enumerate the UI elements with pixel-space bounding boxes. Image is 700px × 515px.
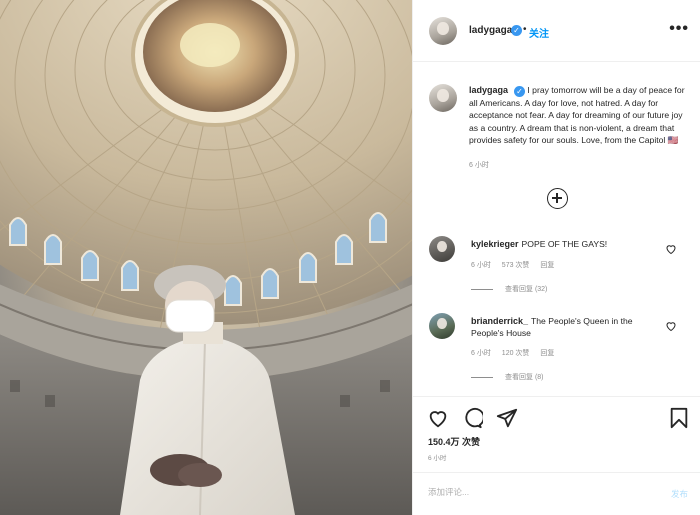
comment-input[interactable]: 添加评论... (428, 486, 469, 498)
comment-body: kylekrieger POPE OF THE GAYS! (471, 238, 656, 250)
comment-heart-icon[interactable] (665, 320, 677, 332)
comment-time: 6 小时 (471, 350, 491, 357)
comment-likes[interactable]: 120 次赞 (502, 350, 530, 357)
send-icon[interactable] (496, 407, 518, 429)
comment-item: brianderrick_ The People's Queen in the P… (429, 313, 691, 383)
caption-text: ladygaga ✓ I pray tomorrow will be a day … (469, 84, 691, 147)
commenter-avatar[interactable] (429, 313, 455, 339)
caption-author-avatar[interactable] (429, 84, 457, 112)
more-options-icon[interactable]: ••• (669, 20, 689, 38)
post-side-panel: ladygaga ✓ • 关注 ••• ladygaga ✓ I pray tom… (412, 0, 700, 515)
caption-author-username[interactable]: ladygaga (469, 85, 508, 95)
view-replies-button[interactable]: 查看回复 (8) (471, 372, 544, 382)
plus-circle-icon[interactable] (547, 188, 568, 209)
author-username[interactable]: ladygaga (469, 25, 512, 36)
comment-heart-icon[interactable] (665, 243, 677, 255)
caption-verified-badge-icon: ✓ (514, 86, 526, 97)
comment-likes[interactable]: 573 次赞 (502, 262, 530, 269)
commenter-avatar[interactable] (429, 236, 455, 262)
post-timestamp: 6 小时 (428, 455, 447, 462)
comment-body: brianderrick_ The People's Queen in the P… (471, 315, 656, 339)
comment-meta: 6 小时 573 次赞 回复 (471, 260, 563, 270)
comment-reply-button[interactable]: 回复 (540, 262, 554, 269)
follow-button[interactable]: 关注 (529, 25, 549, 40)
comment-icon[interactable] (461, 407, 483, 429)
comment-reply-button[interactable]: 回复 (540, 350, 554, 357)
action-bar (413, 396, 700, 436)
bookmark-icon[interactable] (669, 407, 689, 429)
like-count[interactable]: 150.4万 次赞 (428, 435, 480, 448)
comment-time: 6 小时 (471, 262, 491, 269)
verified-badge-icon: ✓ (511, 25, 522, 36)
post-header: ladygaga ✓ • 关注 ••• (413, 0, 700, 62)
capitol-rotunda-illustration (0, 0, 412, 515)
post-photo[interactable] (0, 0, 412, 515)
commenter-username[interactable]: kylekrieger (471, 239, 519, 249)
view-replies-button[interactable]: 查看回复 (32) (471, 284, 547, 294)
post-comment-button[interactable]: 发布 (671, 488, 688, 500)
add-comment-bar: 添加评论... 发布 (413, 472, 700, 515)
header-separator: • (523, 24, 527, 35)
commenter-username[interactable]: brianderrick_ (471, 316, 528, 326)
comment-item: kylekrieger POPE OF THE GAYS! 6 小时 573 次赞… (429, 236, 691, 296)
author-avatar[interactable] (429, 17, 457, 45)
comment-meta: 6 小时 120 次赞 回复 (471, 348, 563, 358)
comment-text: POPE OF THE GAYS! (521, 239, 608, 249)
heart-icon[interactable] (427, 407, 449, 429)
caption-timestamp: 6 小时 (469, 162, 489, 169)
